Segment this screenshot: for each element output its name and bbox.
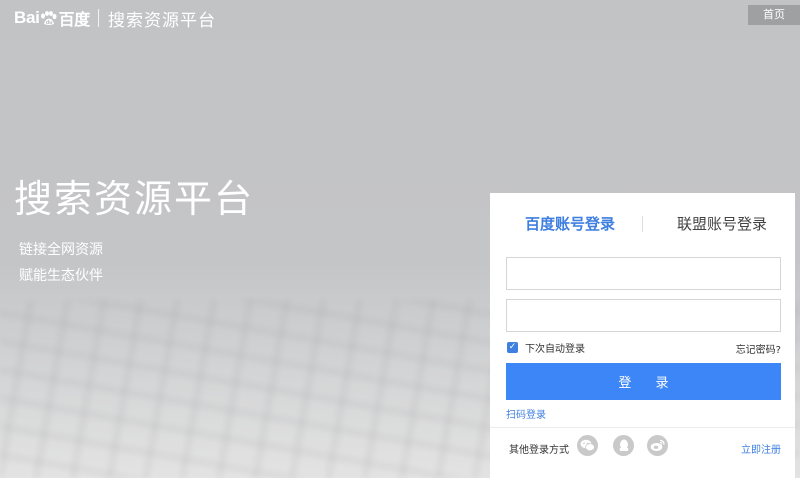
username-input[interactable]	[506, 257, 781, 290]
login-tabs: 百度账号登录 联盟账号登录	[490, 213, 795, 237]
tab-baidu-account[interactable]: 百度账号登录	[525, 213, 615, 234]
hero-title: 搜索资源平台	[14, 177, 255, 221]
paw-icon: du	[40, 10, 57, 26]
hero-tagline-1: 链接全网资源	[19, 242, 103, 258]
baidu-logo[interactable]: Bai du 百度 搜索资源平台	[14, 6, 216, 31]
password-input[interactable]	[506, 299, 781, 332]
login-button[interactable]: 登 录	[506, 363, 781, 400]
remember-label: 下次自动登录	[525, 344, 585, 355]
platform-title: 搜索资源平台	[107, 10, 216, 31]
qr-login-link[interactable]: 扫码登录	[506, 406, 546, 421]
logo-divider	[97, 9, 99, 27]
svg-text:du: du	[45, 20, 52, 26]
remember-me[interactable]: ✓ 下次自动登录	[507, 340, 585, 355]
tab-divider	[642, 216, 643, 232]
panel-divider	[490, 427, 795, 428]
home-button[interactable]: 首页	[748, 5, 800, 25]
remember-checkbox[interactable]: ✓	[507, 342, 518, 353]
hero-tagline-2: 赋能生态伙伴	[19, 268, 103, 284]
register-link[interactable]: 立即注册	[741, 441, 781, 456]
baidu-logo-mark: Bai du 百度	[14, 8, 90, 29]
wechat-icon[interactable]	[577, 435, 598, 456]
other-login-label: 其他登录方式	[509, 445, 569, 456]
weibo-icon[interactable]	[647, 435, 668, 456]
qq-icon[interactable]	[613, 435, 634, 456]
top-bar: Bai du 百度 搜索资源平台 首页	[0, 0, 800, 36]
login-panel: 百度账号登录 联盟账号登录 ✓ 下次自动登录 忘记密码? 登 录 扫码登录 其他…	[490, 193, 795, 478]
forgot-password-link[interactable]: 忘记密码?	[736, 341, 781, 356]
tab-union-account[interactable]: 联盟账号登录	[677, 213, 767, 234]
